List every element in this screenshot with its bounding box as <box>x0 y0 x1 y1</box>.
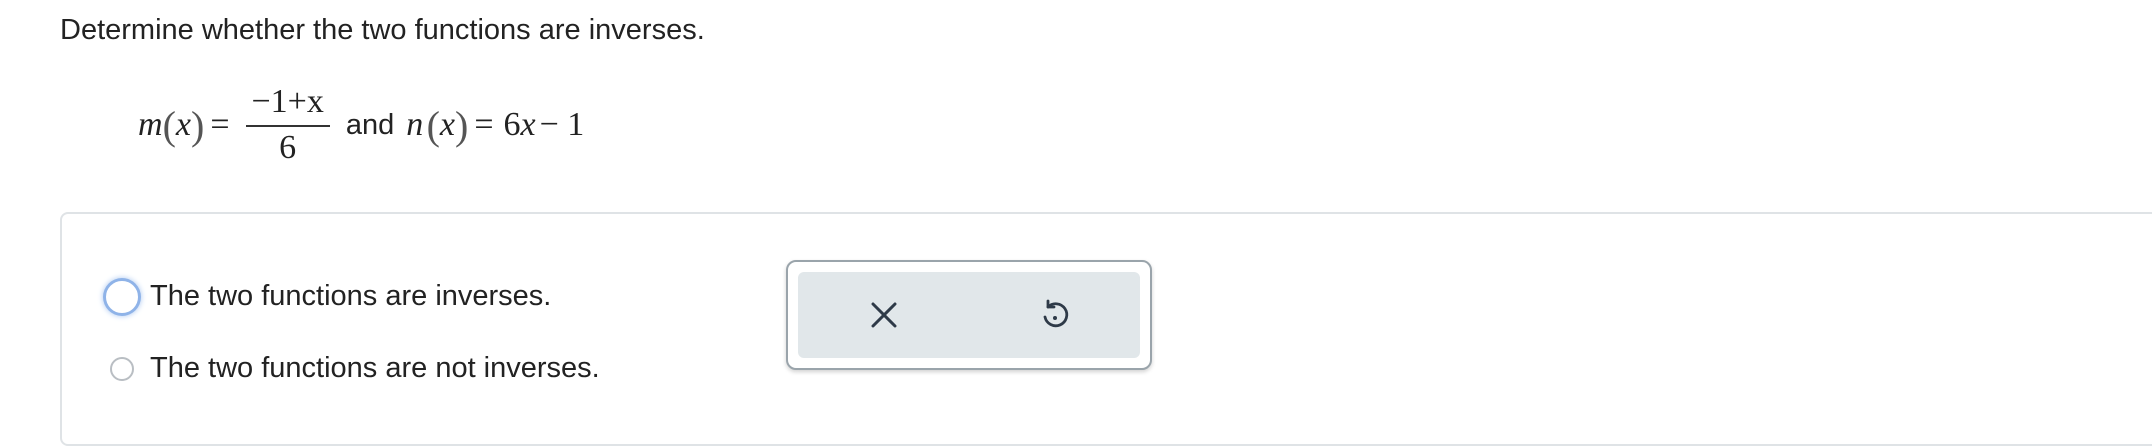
n-variable: x <box>439 106 456 143</box>
function-expression: m (x) = −1+x 6 and n (x) = 6x − 1 <box>138 80 584 170</box>
paren-close: ) <box>190 102 205 148</box>
clear-button[interactable] <box>854 285 914 345</box>
fraction-denominator: 6 <box>279 129 297 166</box>
action-toolbar-inner <box>798 272 1140 358</box>
radio-button[interactable] <box>110 356 134 381</box>
paren-open: ( <box>423 102 440 148</box>
n-function-name: n <box>406 106 424 143</box>
undo-button[interactable] <box>1025 285 1085 345</box>
n-rhs-variable: x <box>520 106 536 143</box>
n-rhs-coefficient: 6 <box>503 106 521 143</box>
connector-text: and <box>345 108 395 141</box>
option-label: The two functions are not inverses. <box>150 352 600 384</box>
option-not-inverses[interactable]: The two functions are not inverses. <box>110 352 600 385</box>
equals-sign: = <box>210 106 230 143</box>
fraction-numerator: −1+x <box>245 85 330 127</box>
equals-sign: = <box>474 106 494 143</box>
undo-icon <box>1043 299 1068 328</box>
question-prompt: Determine whether the two functions are … <box>60 14 705 46</box>
paren-close: ) <box>455 102 469 148</box>
radio-button[interactable] <box>106 280 138 313</box>
n-rhs-tail: − 1 <box>539 106 585 143</box>
fraction: −1+x 6 <box>245 85 330 166</box>
paren-open: ( <box>162 102 176 148</box>
option-label: The two functions are inverses. <box>150 280 552 312</box>
action-toolbar <box>786 260 1152 370</box>
close-icon <box>871 302 896 328</box>
option-inverses[interactable]: The two functions are inverses. <box>106 280 552 313</box>
m-variable: x <box>175 106 191 143</box>
m-function-name: m <box>138 106 163 143</box>
